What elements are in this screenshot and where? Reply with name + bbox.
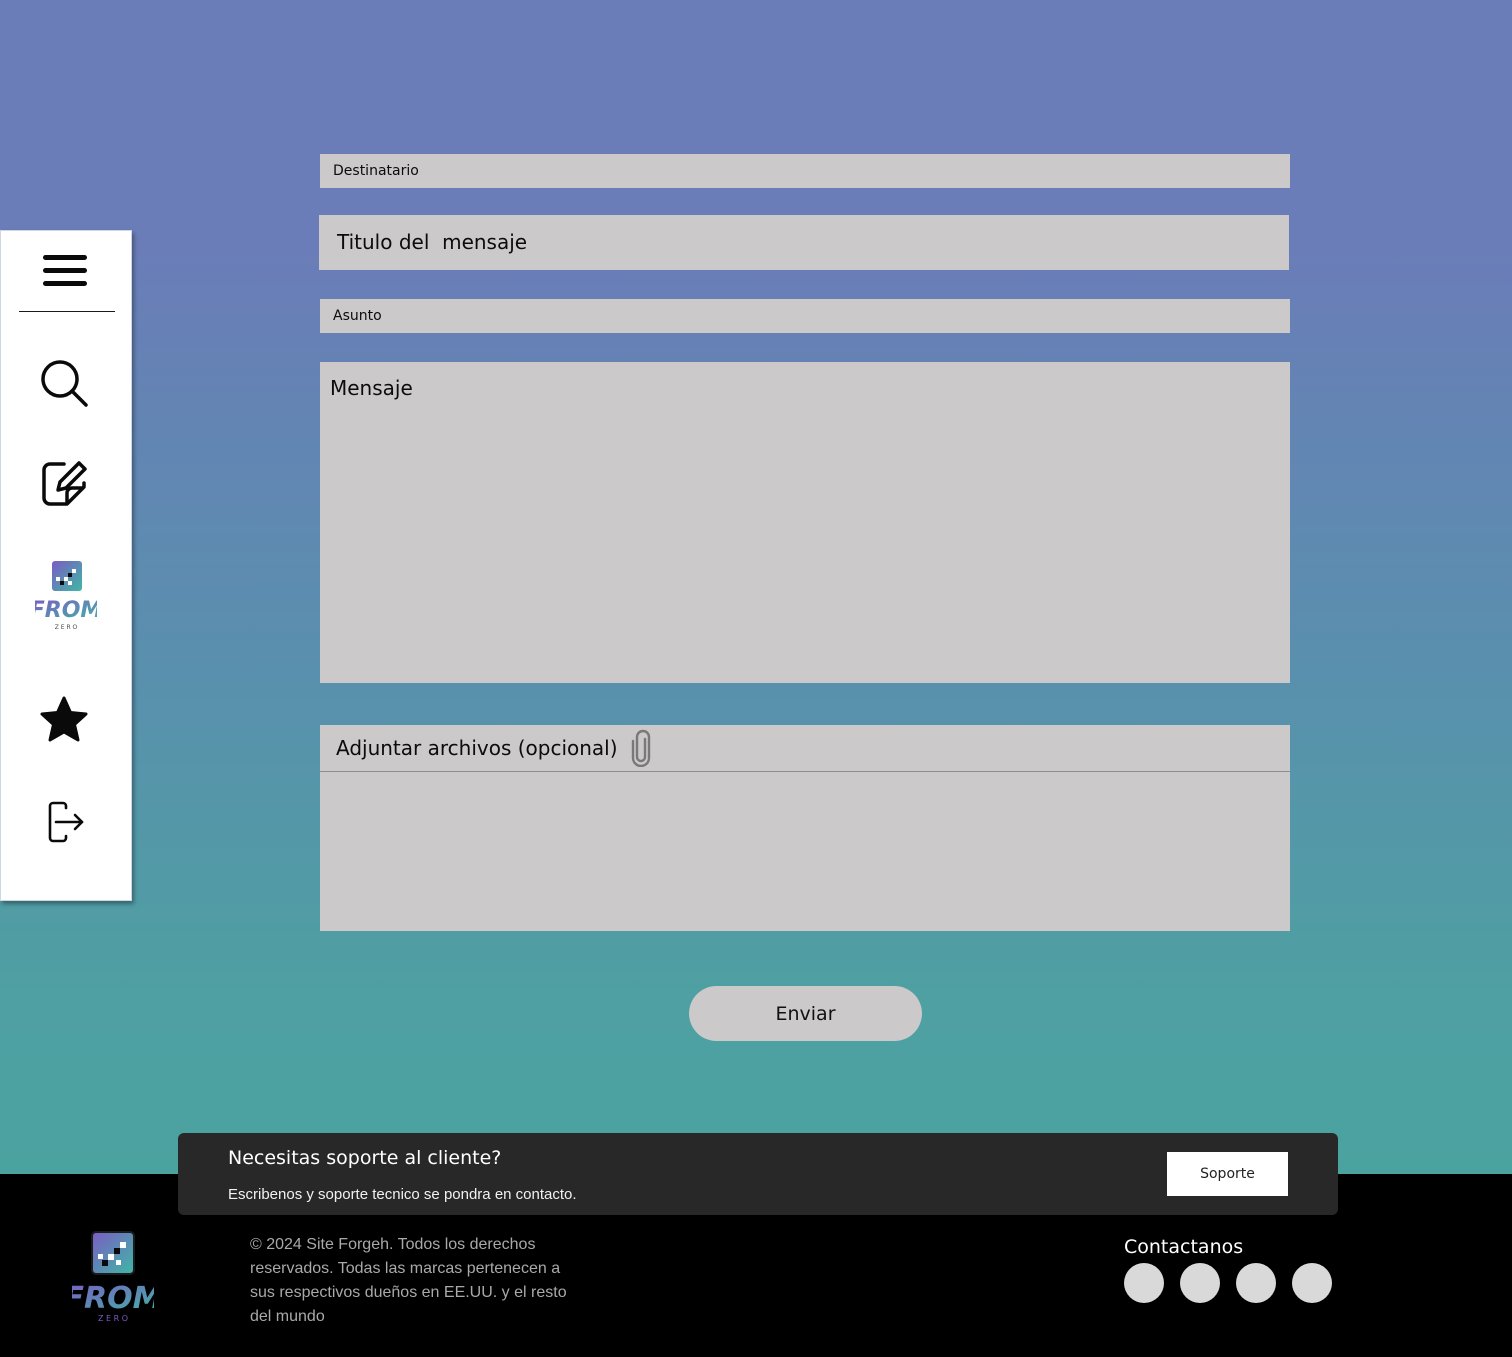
sidebar-divider [19, 311, 115, 312]
support-text: Escribenos y soporte tecnico se pondra e… [228, 1186, 577, 1203]
contact-title: Contactanos [1124, 1236, 1244, 1258]
logout-icon [48, 801, 84, 843]
attachments-dropzone[interactable] [320, 772, 1290, 930]
copyright-text: © 2024 Site Forgeh. Todos los derechos r… [250, 1236, 567, 1325]
sidebar: FROM Z E R O [0, 230, 132, 901]
footer-logo-wordmark: FROM [72, 1281, 154, 1316]
message-textarea[interactable] [320, 362, 1290, 683]
attach-files-button[interactable]: Adjuntar archivos (opcional) [320, 725, 1290, 772]
paperclip-icon [631, 729, 650, 767]
sidebar-item-compose[interactable] [37, 457, 91, 511]
footer-logo: FROM Z E R O [64, 1230, 163, 1324]
search-icon [41, 360, 88, 407]
social-link-4[interactable] [1292, 1263, 1332, 1303]
social-link-2[interactable] [1180, 1263, 1220, 1303]
social-link-1[interactable] [1124, 1263, 1164, 1303]
message-title-input[interactable] [319, 215, 1289, 270]
sidebar-item-favorites[interactable] [37, 693, 91, 747]
star-icon [40, 696, 88, 742]
support-title: Necesitas soporte al cliente? [228, 1147, 502, 1169]
sidebar-item-search[interactable] [37, 356, 91, 410]
footer-logo-subtitle: Z E R O [98, 1314, 128, 1323]
menu-button[interactable] [39, 251, 91, 291]
support-card: Necesitas soporte al cliente? Escribenos… [178, 1133, 1338, 1215]
logo-wordmark: FROM [35, 598, 97, 623]
edit-icon [42, 461, 87, 506]
social-link-3[interactable] [1236, 1263, 1276, 1303]
send-button[interactable]: Enviar [689, 986, 922, 1041]
support-button[interactable]: Soporte [1167, 1152, 1288, 1196]
recipient-input[interactable] [320, 154, 1290, 188]
sidebar-item-logout[interactable] [39, 797, 89, 847]
from-zero-logo[interactable]: FROM Z E R O [33, 559, 99, 631]
attachments-area: Adjuntar archivos (opcional) [320, 725, 1290, 931]
attach-files-label: Adjuntar archivos (opcional) [336, 736, 618, 760]
menu-icon [43, 255, 87, 286]
subject-input[interactable] [320, 299, 1290, 333]
logo-subtitle: Z E R O [55, 624, 78, 631]
